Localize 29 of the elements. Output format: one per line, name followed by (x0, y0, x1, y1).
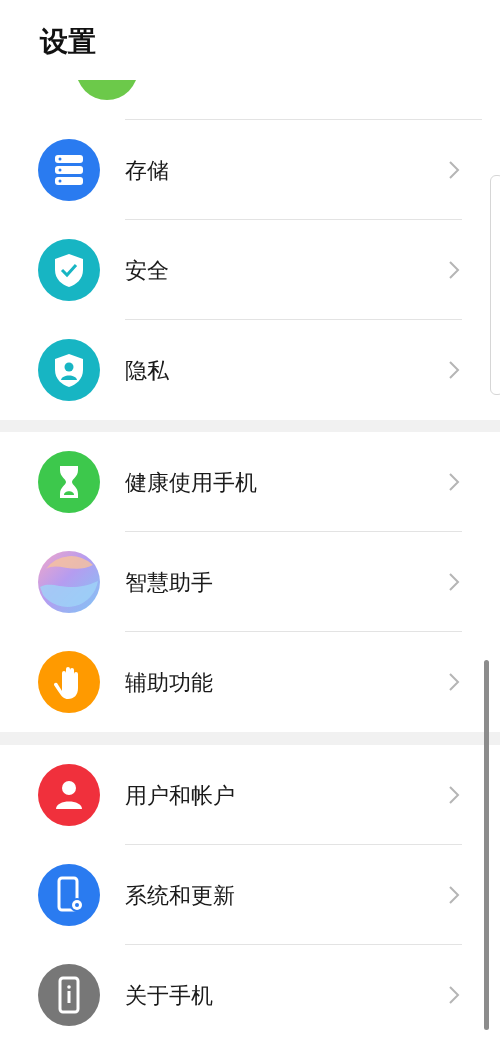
storage-icon (38, 139, 100, 201)
chevron-icon (448, 672, 460, 692)
hourglass-icon (38, 451, 100, 513)
person-icon (38, 764, 100, 826)
chevron-icon (448, 985, 460, 1005)
chevron-icon (448, 572, 460, 592)
settings-item[interactable]: 安全 (0, 220, 480, 320)
chevron-icon (448, 360, 460, 380)
chevron-icon (448, 885, 460, 905)
settings-item[interactable]: 隐私 (0, 320, 480, 420)
phone-gear-icon (38, 864, 100, 926)
chevron-icon (448, 472, 460, 492)
page-title: 设置 (40, 24, 96, 60)
settings-item[interactable]: 系统和更新 (0, 845, 480, 945)
shield-check-icon (38, 239, 100, 301)
settings-item[interactable]: 智慧助手 (0, 532, 480, 632)
settings-item[interactable]: 辅助功能 (0, 632, 480, 732)
side-handle[interactable] (490, 175, 500, 395)
settings-item[interactable]: 关于手机 (0, 945, 480, 1045)
settings-item[interactable]: 用户和帐户 (0, 745, 480, 845)
chevron-icon (448, 260, 460, 280)
phone-info-icon (38, 964, 100, 1026)
shield-person-icon (38, 339, 100, 401)
chevron-icon (448, 160, 460, 180)
hand-icon (38, 651, 100, 713)
settings-item[interactable]: 存储 (0, 120, 480, 220)
settings-item[interactable]: 健康使用手机 (0, 432, 480, 532)
chevron-icon (448, 785, 460, 805)
gradient-orb-icon (38, 551, 100, 613)
